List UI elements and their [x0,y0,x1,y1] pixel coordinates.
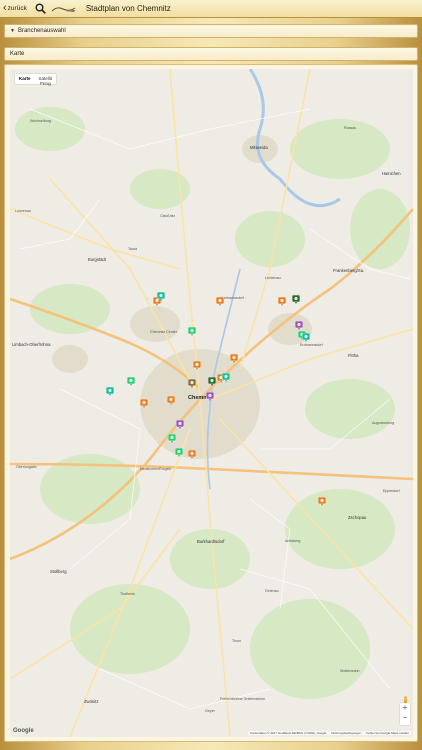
branch-selection-toggle[interactable]: ▼ Branchenauswahl [4,24,418,38]
map-label-greifensteine: Freilichtbühne Greifensteine [220,697,265,701]
map-label-lunzenau: Lunzenau [15,209,31,213]
pegman-icon[interactable] [403,692,408,705]
bus-marker-icon[interactable] [292,295,300,304]
map-label-wolkenstein: Wolkenstein [340,669,360,673]
branch-selection-label: Branchenauswahl [17,28,66,34]
map-label-claussnitz: Claußnitz [160,214,176,218]
map-label-zwoenitz: Zwönitz [84,699,99,704]
map-type-map-button[interactable]: Karte [15,74,35,84]
map-section-header: Karte [4,47,418,61]
zoom-out-button[interactable]: − [403,713,408,723]
food-marker-icon[interactable] [216,297,224,306]
map-base-layer [10,69,413,737]
map-label-wechselburg: Wechselburg [30,119,51,123]
report-error-link[interactable]: Fehler bei Google Maps melden [366,731,409,735]
zoom-in-button[interactable]: + [403,703,408,713]
health-marker-icon[interactable] [302,333,310,342]
map-label-neukirchen: Neukirchen/Erzgeb. [140,467,172,471]
person-marker-icon[interactable] [188,327,196,336]
food-marker-icon[interactable] [188,450,196,459]
map-label-eppendorf: Eppendorf [383,489,400,493]
google-logo: Google [13,728,34,734]
map-label-stollberg: Stollberg [50,569,67,574]
food-marker-icon[interactable] [167,396,175,405]
map-label-zschopau: Zschopau [348,515,367,520]
map-label-erdmannsdorf: Erdmannsdorf [300,343,323,347]
map-label-thalheim: Thalheim [120,592,135,596]
shop-marker-icon[interactable] [157,292,165,301]
person-marker-icon[interactable] [168,434,176,443]
map-label-rossau: Rossau [344,126,357,130]
culture-marker-icon[interactable] [176,420,184,429]
google-map[interactable]: Karte Satellit Chemnitz Mittweida Franke… [10,69,413,737]
map-label-taura: Taura [128,247,137,251]
cafe-marker-icon[interactable] [193,361,201,370]
food-marker-icon[interactable] [140,399,148,408]
caret-down-icon: ▼ [10,28,15,34]
map-label-amtsberg: Amtsberg [285,539,301,543]
food-marker-icon[interactable] [318,497,326,506]
museum-marker-icon[interactable] [188,379,196,388]
map-label-lichtenau: Lichtenau [265,276,281,280]
food-marker-icon[interactable] [278,297,286,306]
map-label-chemnitz-center: Chemnitz Center [150,330,177,334]
person-marker-icon[interactable] [175,448,183,457]
map-label-gelenau: Gelenau [265,589,279,593]
culture-marker-icon[interactable] [295,321,303,330]
chevron-left-icon: ‹ [3,2,7,14]
map-label-limbach: Limbach-Oberfrohna [12,342,51,347]
shop-marker-icon[interactable] [106,387,114,396]
search-icon[interactable] [35,3,46,14]
map-label-oberlungwitz: Oberlungwitz [16,465,37,469]
map-data-attribution: Kartendaten © 2017 GeoBasis-DE/BKG (©200… [250,731,327,735]
top-bar: ‹ zurück ...de Stadtplan von Chemnitz [0,0,422,18]
food-marker-icon[interactable] [230,354,238,363]
page-title: Stadtplan von Chemnitz [85,4,171,13]
terms-link[interactable]: Nutzungsbedingungen [331,731,361,735]
app-logo: ...de [51,5,77,13]
back-button[interactable]: ‹ zurück [3,3,27,14]
map-label-mittweida: Mittweida [250,145,268,150]
zoom-control: + − [400,703,410,725]
map-label-augustusburg: Augustusburg [372,421,395,425]
map-label-thum: Thum [232,639,242,643]
culture-marker-icon[interactable] [206,392,214,401]
svg-text:...de: ...de [67,8,76,13]
map-label-burkhardtsdorf: Burkhardtsdorf [197,539,225,544]
map-section-label: Karte [10,51,25,57]
map-label-hainichen: Hainichen [382,171,401,176]
map-container: Karte Satellit Chemnitz Mittweida Franke… [4,64,418,742]
shop-marker-icon[interactable] [222,373,230,382]
map-label-penig: Penig [40,81,51,86]
back-label: zurück [7,5,27,12]
map-label-frankenberg: Frankenberg/Sa. [333,268,365,273]
map-label-floeha: Flöha [348,353,359,358]
map-label-geyer: Geyer [205,709,215,713]
person-marker-icon[interactable] [127,377,135,386]
bus-marker-icon[interactable] [208,377,216,386]
map-label-burgstaedt: Burgstädt [88,257,106,262]
map-footer: Kartendaten © 2017 GeoBasis-DE/BKG (©200… [248,731,411,735]
